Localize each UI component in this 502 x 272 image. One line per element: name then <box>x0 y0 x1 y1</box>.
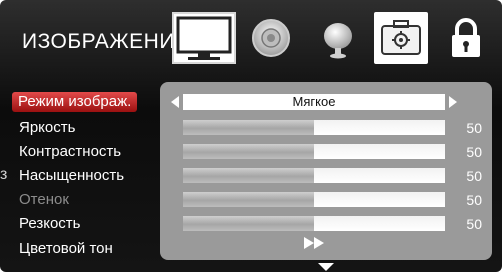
hue-slider-fill <box>183 192 314 207</box>
speaker-icon[interactable] <box>245 12 297 64</box>
right-arrow-icon[interactable] <box>448 95 458 109</box>
saturation-slider[interactable] <box>183 168 445 183</box>
satellite-dish-icon[interactable] <box>312 12 364 64</box>
side-mark: з <box>0 166 8 183</box>
hue-value: 50 <box>466 192 482 208</box>
menu-title: ИЗОБРАЖЕНИЕ <box>22 30 190 53</box>
color-tone-label[interactable]: Цветовой тон <box>19 240 113 257</box>
contrast-slider-fill <box>183 144 314 159</box>
sharpness-label[interactable]: Резкость <box>19 215 81 232</box>
saturation-label[interactable]: Насыщенность <box>19 167 124 184</box>
padlock-icon[interactable] <box>440 12 492 64</box>
picture-mode-label[interactable]: Режим изображ. <box>12 92 138 112</box>
sharpness-value: 50 <box>466 216 482 232</box>
saturation-slider-fill <box>183 168 314 183</box>
picture-mode-value[interactable]: Мягкое <box>183 94 445 110</box>
sharpness-slider[interactable] <box>183 216 445 231</box>
brightness-slider-fill <box>183 120 314 135</box>
scroll-down-arrow-icon[interactable] <box>316 262 336 272</box>
double-chevron-right-icon[interactable] <box>300 233 330 253</box>
tv-icon[interactable] <box>172 12 236 64</box>
contrast-label[interactable]: Контрастность <box>19 143 121 160</box>
hue-label: Отенок <box>19 191 69 208</box>
sharpness-slider-fill <box>183 216 314 231</box>
toolbox-gear-icon[interactable] <box>374 12 428 64</box>
tv-osd-menu: ИЗОБРАЖЕНИЕ з Режим изображ. Мягкое Ярко… <box>0 0 502 272</box>
brightness-slider[interactable] <box>183 120 445 135</box>
brightness-label[interactable]: Яркость <box>19 119 75 136</box>
brightness-value: 50 <box>466 120 482 136</box>
contrast-slider[interactable] <box>183 144 445 159</box>
left-arrow-icon[interactable] <box>170 95 180 109</box>
hue-slider <box>183 192 445 207</box>
saturation-value: 50 <box>466 168 482 184</box>
contrast-value: 50 <box>466 144 482 160</box>
